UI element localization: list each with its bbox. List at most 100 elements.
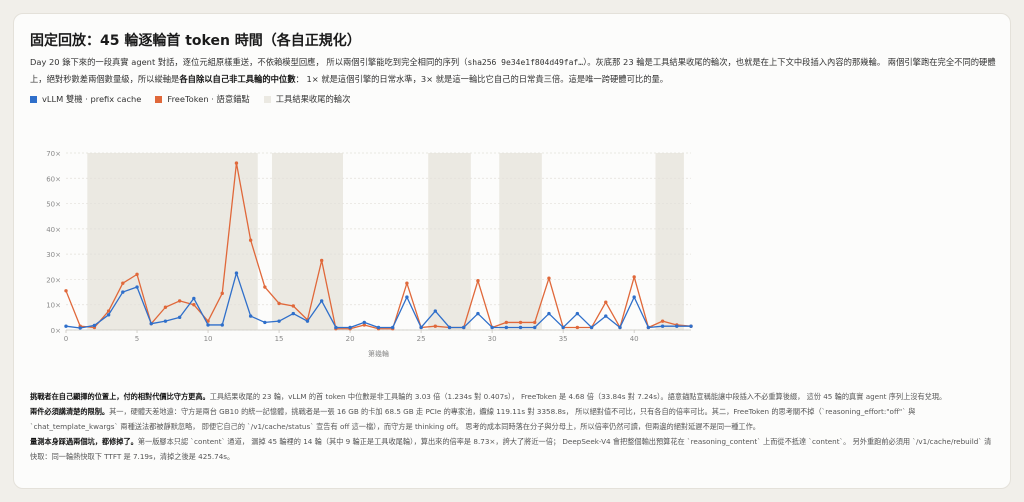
x-tick-label: 5 [135,335,139,343]
data-point-freetoken [504,320,509,325]
y-tick-label: 30× [46,251,61,259]
data-point-vllm [476,311,480,316]
data-point-vllm [447,325,452,330]
note-1-heading: 挑戰者在自己顯擇的位置上，付的相對代價比守方更高。 [30,392,210,401]
data-point-vllm [291,311,295,316]
data-point-vllm [64,324,68,328]
data-point-freetoken [660,319,665,323]
data-point-vllm [391,325,395,330]
data-point-freetoken [64,289,68,293]
data-point-freetoken [263,285,267,289]
data-point-vllm [604,314,608,318]
note-2-heading: 兩件必須講清楚的限制。 [30,407,110,416]
data-point-freetoken [319,258,324,263]
data-point-vllm [589,325,594,330]
data-point-freetoken [604,300,608,304]
data-point-freetoken [177,299,182,303]
note-1: 挑戰者在自己顯擇的位置上，付的相對代價比守方更高。工具結果收尾的 23 輪，vL… [30,389,998,404]
data-point-vllm [433,309,438,313]
data-point-vllm [121,290,125,294]
data-point-freetoken [192,303,196,307]
data-point-vllm [92,323,97,328]
y-tick-label: 60× [46,175,61,183]
data-point-vllm [462,325,466,330]
data-point-vllm [78,326,82,330]
data-point-vllm [106,313,111,317]
data-point-freetoken [163,305,168,309]
note-3: 量測本身踩過兩個坑，都修掉了。第一版腳本只認 `content` 通道， 漏掉 … [30,434,998,464]
data-point-vllm [135,285,139,289]
data-point-freetoken [135,272,139,277]
data-point-freetoken [533,320,537,325]
data-point-vllm [149,321,153,326]
data-point-vllm [234,271,239,275]
x-tick-label: 15 [275,335,284,343]
tool-round-band [428,153,471,330]
data-point-vllm [277,319,281,323]
data-point-vllm [220,323,224,327]
x-tick-label: 10 [204,335,213,343]
data-point-vllm [533,325,537,330]
data-point-freetoken [405,281,409,285]
data-point-vllm [305,319,310,323]
y-tick-label: 10× [46,302,61,310]
data-point-freetoken [248,238,253,242]
data-point-vllm [632,295,636,299]
y-tick-label: 50× [46,201,61,209]
notes-section: 挑戰者在自己顯擇的位置上，付的相對代價比守方更高。工具結果收尾的 23 輪，vL… [30,389,998,464]
data-point-vllm [206,323,210,327]
ttft-line-chart: 0× 10× 20× 30× 40× 50× 60× 70× 0 5 10 15 20 25 30 35 40 第… [46,150,693,358]
data-point-vllm [518,325,523,330]
data-point-vllm [419,325,423,330]
chart-card: 固定回放：45 輪逐輪首 token 時間（各自正規化） Day 20 錄下來的… [13,13,1011,489]
data-point-vllm [504,325,509,330]
data-point-vllm [362,320,366,325]
data-point-vllm [660,324,665,328]
note-2-body: 其一，硬體天差地遠：守方是兩台 GB10 的統一記憶體，挑戰者是一張 16 GB… [30,407,916,431]
data-point-vllm [376,325,381,330]
note-2: 兩件必須講清楚的限制。其一，硬體天差地遠：守方是兩台 GB10 的統一記憶體，挑… [30,404,998,434]
data-point-vllm [689,324,693,328]
x-axis-label: 第幾輪 [368,349,389,358]
x-tick-label: 35 [559,335,568,343]
data-point-freetoken [632,275,636,279]
data-point-vllm [192,296,196,301]
data-point-vllm [248,314,253,318]
data-point-vllm [405,295,409,299]
note-1-body: 工具結果收尾的 23 輪，vLLM 的首 token 中位數是非工具輪的 3.0… [209,392,947,401]
data-point-vllm [675,324,679,328]
y-tick-label: 40× [46,226,61,234]
tool-round-band [655,153,684,330]
y-tick-label: 70× [46,150,61,158]
note-3-heading: 量測本身踩過兩個坑，都修掉了。 [30,437,138,446]
data-point-vllm [490,325,494,330]
data-point-freetoken [121,281,125,285]
data-point-vllm [618,325,622,330]
data-point-freetoken [476,278,480,283]
data-point-vllm [646,325,651,330]
data-point-freetoken [518,320,523,325]
x-tick-label: 30 [488,335,497,343]
data-point-freetoken [291,304,295,308]
x-tick-label: 20 [346,335,355,343]
data-point-vllm [177,315,182,320]
data-point-vllm [575,311,580,316]
x-tick-label: 0 [64,335,68,343]
note-3-body: 第一版腳本只認 `content` 通道， 漏掉 45 輪裡的 14 輪（其中 … [30,437,992,461]
data-point-freetoken [575,325,580,330]
data-point-freetoken [547,276,551,280]
data-point-vllm [547,311,551,316]
tool-round-band [499,153,542,330]
data-point-vllm [163,319,168,323]
data-point-freetoken [433,324,438,328]
y-tick-label: 20× [46,276,61,284]
y-tick-label: 0× [51,327,61,335]
data-point-vllm [263,320,267,325]
data-point-vllm [334,325,338,330]
x-tick-label: 40 [630,335,639,343]
data-point-vllm [319,299,324,303]
x-tick-label: 25 [417,335,426,343]
data-point-vllm [561,325,565,330]
data-point-vllm [348,325,352,330]
data-point-freetoken [277,301,281,306]
